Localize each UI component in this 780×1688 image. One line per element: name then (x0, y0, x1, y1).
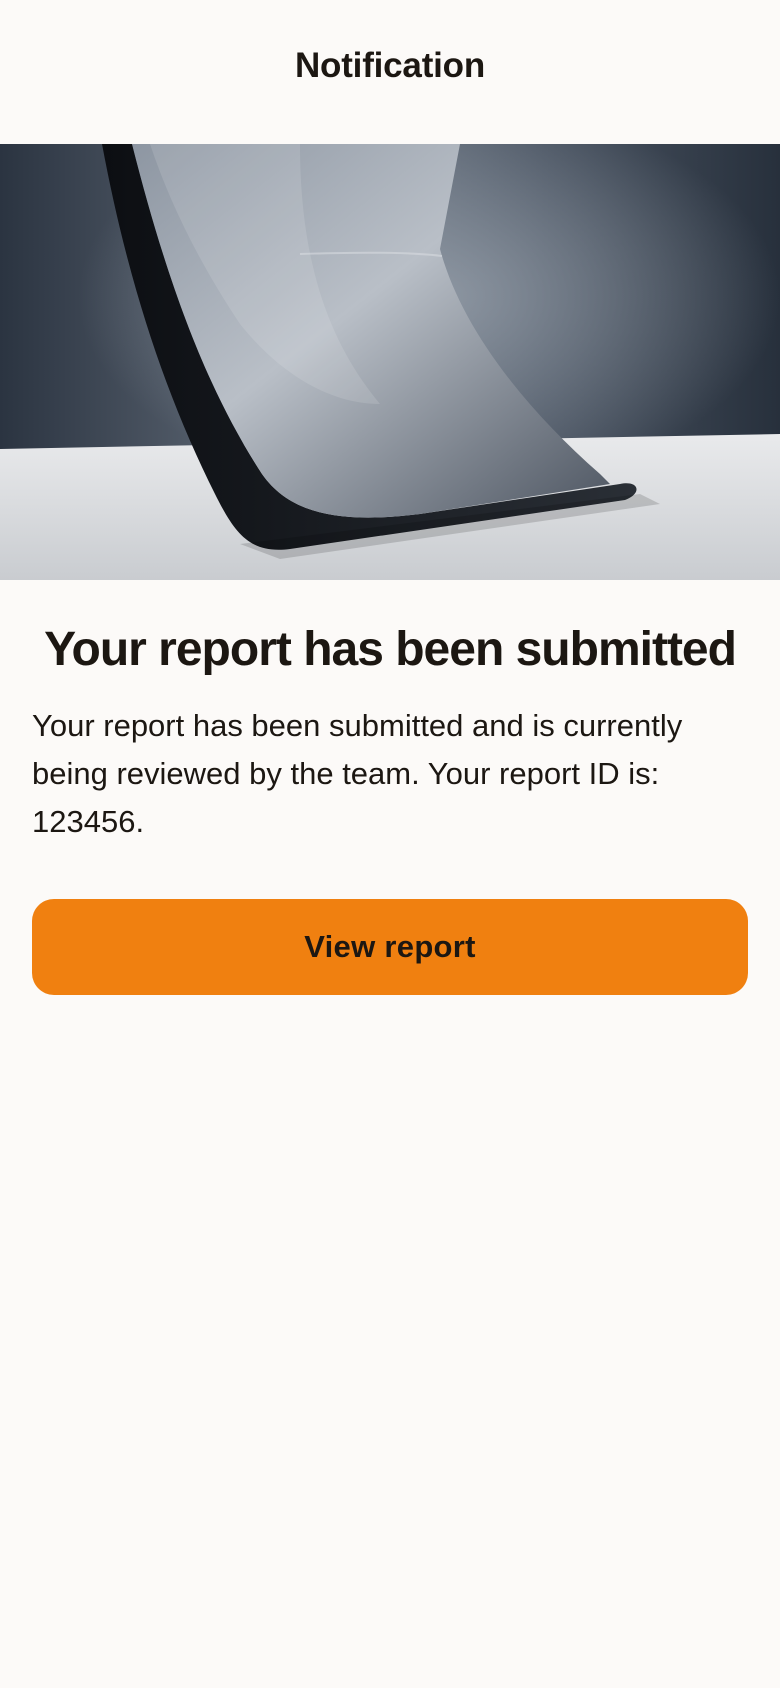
notification-headline: Your report has been submitted (44, 623, 737, 676)
notification-content: Your report has been submitted Your repo… (0, 620, 780, 995)
page-title: Notification (294, 46, 486, 85)
notification-body: Your report has been submitted and is cu… (32, 708, 683, 839)
top-app-bar: Notification (0, 0, 780, 144)
view-report-button[interactable]: View report (32, 899, 748, 995)
laptop-photo-illustration (0, 144, 780, 580)
hero-image (0, 144, 780, 580)
